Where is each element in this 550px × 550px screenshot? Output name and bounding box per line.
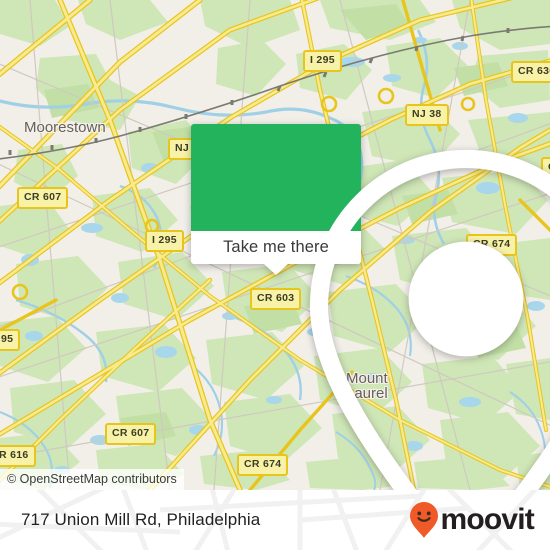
highway-shield-cr607-south[interactable]: CR 607: [105, 423, 157, 445]
highway-shield-i295-north[interactable]: I 295: [303, 50, 342, 72]
callout-footer[interactable]: Take me there: [191, 231, 361, 275]
highway-shield-cr636[interactable]: CR 636: [511, 61, 550, 83]
callout-pointer: [264, 264, 288, 275]
map-canvas[interactable]: Moorestown Mount Laurel I 295 CR 636 NJ …: [0, 0, 550, 490]
highway-shield-cr607-north[interactable]: CR 607: [17, 187, 69, 209]
osm-attribution[interactable]: © OpenStreetMap contributors: [0, 469, 184, 490]
moovit-pin-icon: [410, 502, 439, 538]
callout-header: [191, 124, 550, 490]
highway-shield-95-partial[interactable]: 95: [0, 329, 21, 351]
moovit-logo[interactable]: moovit: [409, 501, 535, 539]
take-me-there-callout[interactable]: Take me there: [191, 124, 550, 490]
address-label: 717 Union Mill Rd, Philadelphia: [21, 510, 261, 529]
highway-shield-i295-mid[interactable]: I 295: [145, 230, 184, 252]
bottom-info-bar: 717 Union Mill Rd, Philadelphia moovit: [0, 490, 550, 550]
moovit-wordmark: moovit: [440, 503, 534, 536]
take-me-there-label: Take me there: [223, 238, 329, 256]
moovit-map-screenshot: Moorestown Mount Laurel I 295 CR 636 NJ …: [0, 0, 550, 550]
place-label-moorestown: Moorestown: [24, 119, 106, 136]
highway-shield-cr616-partial[interactable]: R 616: [0, 445, 36, 467]
location-pin-icon: [309, 149, 550, 490]
highway-shield-nj38[interactable]: NJ 38: [405, 104, 449, 126]
